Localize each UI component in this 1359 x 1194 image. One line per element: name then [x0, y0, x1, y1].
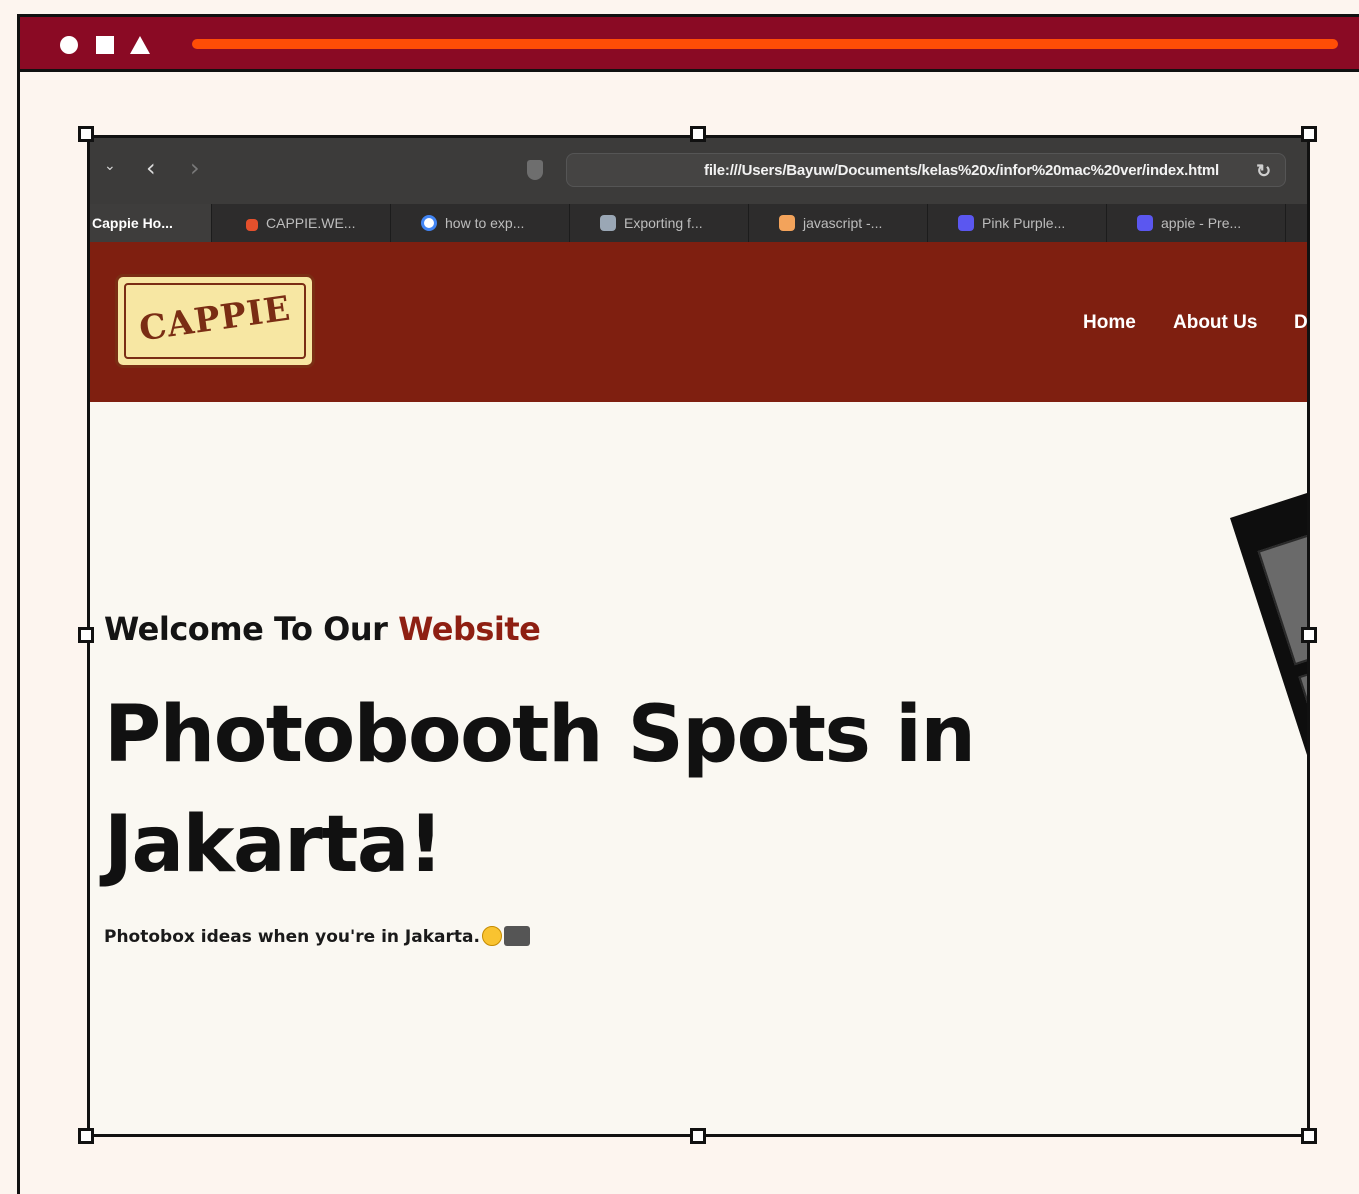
- resize-handle-bottom[interactable]: [690, 1128, 706, 1144]
- camera-emoji-icon: [503, 926, 530, 946]
- tab-how-to-export[interactable]: how to exp...: [391, 204, 570, 242]
- tab-label: javascript -...: [803, 215, 883, 231]
- forward-icon[interactable]: ›: [190, 154, 200, 182]
- tab-label: Cappie Ho...: [92, 215, 173, 231]
- tab-javascript[interactable]: javascript -...: [749, 204, 928, 242]
- star-struck-emoji-icon: [481, 926, 502, 946]
- triangle-icon: [130, 36, 150, 54]
- hero-description: Photobox ideas when you're in Jakarta.: [104, 926, 530, 947]
- shield-icon[interactable]: [527, 160, 543, 180]
- screenshot-frame: ⌄ ‹ › file:///Users/Bayuw/Documents/kela…: [87, 135, 1310, 1137]
- document-icon: [600, 215, 616, 231]
- tab-label: CAPPIE.WE...: [266, 215, 356, 231]
- hero-title: Photobooth Spots in Jakarta!: [104, 690, 976, 890]
- hero-subtitle: Welcome To Our Website: [104, 610, 541, 648]
- resize-handle-top-right[interactable]: [1301, 126, 1317, 142]
- tab-strip: Cappie Ho... CAPPIE.WE... how to exp... …: [90, 204, 1307, 242]
- progress-bar: [192, 39, 1338, 49]
- nav-d[interactable]: D: [1294, 312, 1307, 334]
- tab-appie[interactable]: appie - Pre...: [1107, 204, 1286, 242]
- resize-handle-bottom-right[interactable]: [1301, 1128, 1317, 1144]
- resize-handle-top[interactable]: [690, 126, 706, 142]
- url-text: file:///Users/Bayuw/Documents/kelas%20x/…: [704, 162, 1219, 179]
- resize-handle-right[interactable]: [1301, 627, 1317, 643]
- tab-label: how to exp...: [445, 215, 525, 231]
- tab-label: Pink Purple...: [982, 215, 1066, 231]
- back-icon[interactable]: ‹: [146, 154, 156, 182]
- tab-exporting[interactable]: Exporting f...: [570, 204, 749, 242]
- hero-description-text: Photobox ideas when you're in Jakarta.: [104, 927, 480, 947]
- tab-label: appie - Pre...: [1161, 215, 1242, 231]
- circle-icon: [60, 36, 78, 54]
- address-bar[interactable]: file:///Users/Bayuw/Documents/kelas%20x/…: [566, 153, 1286, 187]
- tab-cappie-web[interactable]: CAPPIE.WE...: [212, 204, 391, 242]
- nav-home[interactable]: Home: [1083, 312, 1136, 334]
- tab-cappie-home[interactable]: Cappie Ho...: [90, 204, 212, 242]
- resize-handle-bottom-left[interactable]: [78, 1128, 94, 1144]
- square-icon: [96, 36, 114, 54]
- nav-about-us[interactable]: About Us: [1173, 312, 1257, 334]
- hero-subtitle-prefix: Welcome To Our: [104, 610, 399, 648]
- site-header: CAPPIE Home About Us D: [90, 242, 1307, 402]
- canva-icon: [958, 215, 974, 231]
- window-titlebar: [17, 14, 1359, 72]
- canva-icon: [1137, 215, 1153, 231]
- hero-subtitle-accent: Website: [398, 610, 541, 648]
- photo-strip-image: [1230, 450, 1307, 1013]
- stackoverflow-icon: [779, 215, 795, 231]
- tab-label: Exporting f...: [624, 215, 703, 231]
- resize-handle-left[interactable]: [78, 627, 94, 643]
- browser-toolbar: ⌄ ‹ › file:///Users/Bayuw/Documents/kela…: [90, 138, 1307, 204]
- google-icon: [421, 215, 437, 231]
- reload-icon[interactable]: ↻: [1256, 154, 1271, 188]
- chevron-down-icon[interactable]: ⌄: [104, 158, 116, 174]
- site-logo[interactable]: CAPPIE: [115, 274, 315, 368]
- resize-handle-top-left[interactable]: [78, 126, 94, 142]
- tab-favicon-icon: [246, 219, 258, 231]
- tab-pink-purple[interactable]: Pink Purple...: [928, 204, 1107, 242]
